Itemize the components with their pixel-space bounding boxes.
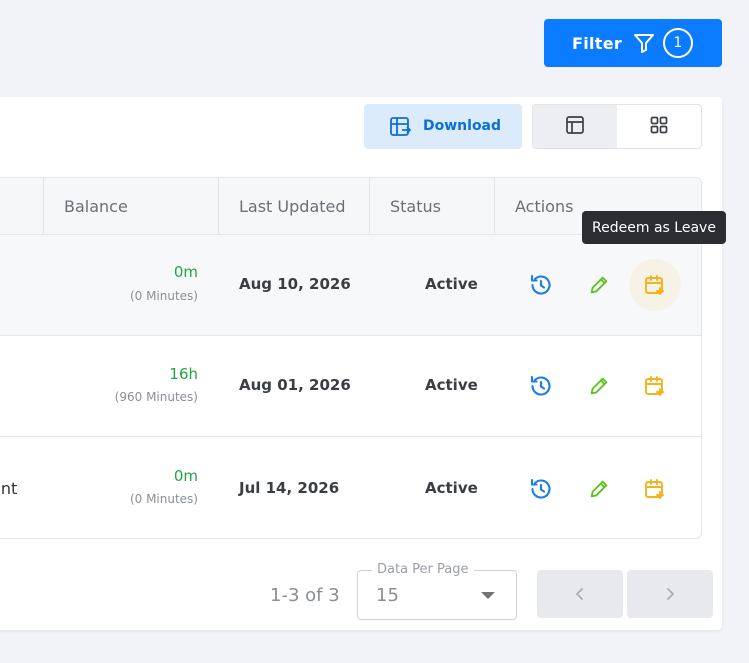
chevron-left-icon xyxy=(576,588,583,600)
pagination-range: 1-3 of 3 xyxy=(270,585,340,606)
per-page-value: 15 xyxy=(376,585,399,606)
redeem-as-leave-button[interactable] xyxy=(643,477,667,501)
grid-view-icon xyxy=(649,115,669,139)
table-row: 0m (0 Minutes) Aug 10, 2026 Active xyxy=(0,235,701,336)
history-icon xyxy=(530,478,551,499)
balance-value: 16h xyxy=(169,365,198,383)
last-updated: Jul 14, 2026 xyxy=(239,479,340,497)
redeem-as-leave-button[interactable] xyxy=(643,273,667,297)
edit-icon xyxy=(590,377,608,395)
history-button[interactable] xyxy=(529,273,553,297)
status-text: Active xyxy=(425,479,478,497)
table-row: ent 0m (0 Minutes) Jul 14, 2026 Active xyxy=(0,437,701,538)
status-text: Active xyxy=(425,376,478,394)
filter-label: Filter xyxy=(572,33,623,53)
balance-minutes: (960 Minutes) xyxy=(114,390,198,404)
grid-view-button[interactable] xyxy=(617,105,701,148)
column-header-last-updated[interactable]: Last Updated xyxy=(219,178,370,234)
status-text: Active xyxy=(425,275,478,293)
history-icon xyxy=(530,375,551,396)
balance-minutes: (0 Minutes) xyxy=(129,289,198,303)
edit-icon xyxy=(590,276,608,294)
history-button[interactable] xyxy=(529,477,553,501)
next-page-button[interactable] xyxy=(627,570,713,618)
table-row: 16h (960 Minutes) Aug 01, 2026 Active xyxy=(0,336,701,437)
history-icon xyxy=(530,274,551,295)
redeem-icon xyxy=(645,479,664,499)
filter-count-badge: 1 xyxy=(663,28,693,58)
per-page-label: Data Per Page xyxy=(372,562,474,577)
filter-button[interactable]: Filter 1 xyxy=(544,19,722,67)
view-toggle xyxy=(532,104,702,149)
balance-value: 0m xyxy=(173,467,198,485)
redeem-tooltip: Redeem as Leave xyxy=(582,211,726,244)
column-header-balance[interactable]: Balance xyxy=(44,178,219,234)
history-button[interactable] xyxy=(529,374,553,398)
chevron-right-icon xyxy=(667,588,674,600)
per-page-select[interactable]: Data Per Page 15 xyxy=(357,562,517,620)
edit-icon xyxy=(590,480,608,498)
last-updated: Aug 01, 2026 xyxy=(239,376,351,394)
previous-page-button[interactable] xyxy=(537,570,623,618)
download-button[interactable]: Download xyxy=(364,104,522,149)
caret-down-icon xyxy=(481,592,495,599)
last-updated: Aug 10, 2026 xyxy=(239,275,351,293)
download-icon xyxy=(388,115,412,143)
redeem-as-leave-button[interactable] xyxy=(643,374,667,398)
edit-button[interactable] xyxy=(587,273,611,297)
balance-value: 0m xyxy=(173,263,198,281)
balance-minutes: (0 Minutes) xyxy=(129,492,198,506)
filter-icon xyxy=(632,31,656,59)
redeem-icon xyxy=(645,275,664,295)
redeem-icon xyxy=(645,376,664,396)
table-view-button[interactable] xyxy=(533,105,617,148)
download-label: Download xyxy=(423,118,502,134)
column-header-status[interactable]: Status xyxy=(370,178,495,234)
edit-button[interactable] xyxy=(587,374,611,398)
edit-button[interactable] xyxy=(587,477,611,501)
table-view-icon xyxy=(565,115,585,139)
